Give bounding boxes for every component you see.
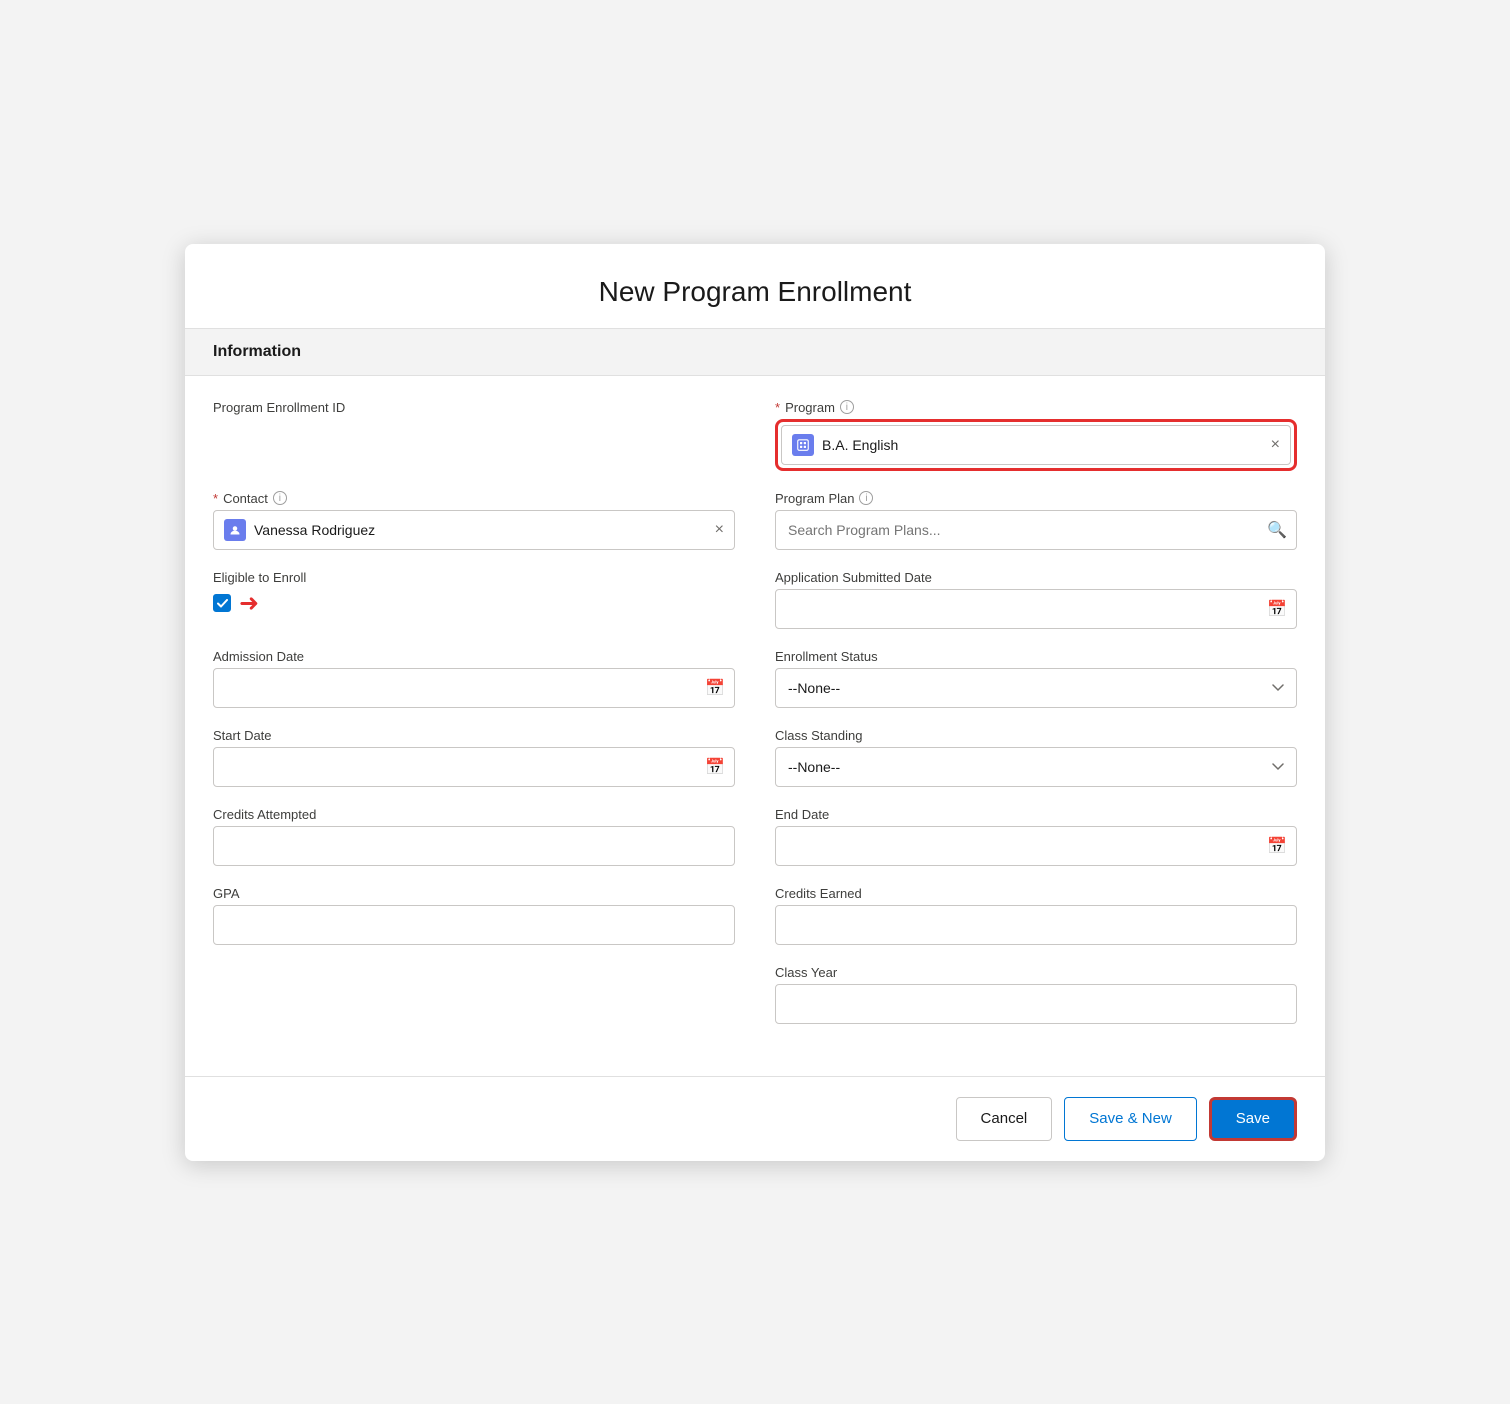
start-date-label: Start Date xyxy=(213,728,735,743)
modal-header: New Program Enrollment xyxy=(185,244,1325,329)
empty-left-field xyxy=(213,965,735,1024)
contact-required-star: * xyxy=(213,491,218,506)
section-title: Information xyxy=(213,343,301,360)
start-date-field: Start Date 📅 xyxy=(213,728,735,787)
program-lookup-field[interactable]: B.A. English × xyxy=(781,425,1291,465)
credits-earned-input[interactable] xyxy=(775,905,1297,945)
modal-title: New Program Enrollment xyxy=(205,276,1305,308)
checkbox-check-icon xyxy=(217,599,228,608)
program-icon-svg xyxy=(797,439,809,451)
contact-label: * Contact i xyxy=(213,491,735,506)
program-plan-label: Program Plan i xyxy=(775,491,1297,506)
enrollment-status-label: Enrollment Status xyxy=(775,649,1297,664)
program-lookup-icon xyxy=(792,434,814,456)
admission-date-label: Admission Date xyxy=(213,649,735,664)
program-clear-button[interactable]: × xyxy=(1271,437,1280,453)
gpa-input[interactable] xyxy=(213,905,735,945)
gpa-field: GPA xyxy=(213,886,735,945)
program-plan-field: Program Plan i 🔍 xyxy=(775,491,1297,550)
enrollment-status-select[interactable]: --None-- Enrolled Withdrawn Graduated xyxy=(775,668,1297,708)
end-date-label: End Date xyxy=(775,807,1297,822)
end-date-field: End Date 📅 xyxy=(775,807,1297,866)
program-enrollment-id-label: Program Enrollment ID xyxy=(213,400,735,415)
end-date-input[interactable] xyxy=(775,826,1297,866)
contact-lookup-field[interactable]: Vanessa Rodriguez × xyxy=(213,510,735,550)
program-field: * Program i xyxy=(775,400,1297,471)
application-submitted-date-label: Application Submitted Date xyxy=(775,570,1297,585)
gpa-label: GPA xyxy=(213,886,735,901)
contact-icon-svg xyxy=(229,524,241,536)
application-submitted-date-field: Application Submitted Date 📅 xyxy=(775,570,1297,629)
admission-date-calendar-icon[interactable]: 📅 xyxy=(705,678,725,698)
program-field-wrapper: B.A. English × xyxy=(775,419,1297,471)
class-year-field: Class Year xyxy=(775,965,1297,1024)
eligible-to-enroll-wrapper: ➜ xyxy=(213,589,735,618)
enrollment-status-field: Enrollment Status --None-- Enrolled With… xyxy=(775,649,1297,708)
eligible-to-enroll-field: Eligible to Enroll ➜ xyxy=(213,570,735,629)
admission-date-wrapper: 📅 xyxy=(213,668,735,708)
class-year-input[interactable] xyxy=(775,984,1297,1024)
admission-date-field: Admission Date 📅 xyxy=(213,649,735,708)
contact-field: * Contact i Vanessa Rodriguez × xyxy=(213,491,735,550)
program-info-icon[interactable]: i xyxy=(840,400,854,414)
credits-attempted-field: Credits Attempted xyxy=(213,807,735,866)
end-date-wrapper: 📅 xyxy=(775,826,1297,866)
modal-footer: Cancel Save & New Save xyxy=(185,1076,1325,1161)
cancel-button[interactable]: Cancel xyxy=(956,1097,1053,1141)
section-header: Information xyxy=(185,329,1325,376)
eligible-to-enroll-checkbox[interactable] xyxy=(213,594,231,612)
form-grid: Program Enrollment ID * Program i xyxy=(213,400,1297,1044)
start-date-calendar-icon[interactable]: 📅 xyxy=(705,757,725,777)
program-plan-info-icon[interactable]: i xyxy=(859,491,873,505)
application-submitted-date-input[interactable] xyxy=(775,589,1297,629)
program-enrollment-id-empty xyxy=(213,419,735,459)
program-plan-input[interactable] xyxy=(775,510,1297,550)
eligible-to-enroll-label: Eligible to Enroll xyxy=(213,570,735,585)
program-plan-search-wrapper: 🔍 xyxy=(775,510,1297,550)
program-value: B.A. English xyxy=(822,437,1263,453)
contact-lookup-icon xyxy=(224,519,246,541)
class-standing-select[interactable]: --None-- Freshman Sophomore Junior Senio… xyxy=(775,747,1297,787)
credits-earned-field: Credits Earned xyxy=(775,886,1297,945)
credits-attempted-label: Credits Attempted xyxy=(213,807,735,822)
form-body: Program Enrollment ID * Program i xyxy=(185,376,1325,1076)
program-label: * Program i xyxy=(775,400,1297,415)
program-enrollment-id-field: Program Enrollment ID xyxy=(213,400,735,471)
start-date-wrapper: 📅 xyxy=(213,747,735,787)
save-and-new-button[interactable]: Save & New xyxy=(1064,1097,1197,1141)
arrow-annotation: ➜ xyxy=(239,589,259,618)
class-standing-field: Class Standing --None-- Freshman Sophomo… xyxy=(775,728,1297,787)
contact-value: Vanessa Rodriguez xyxy=(254,522,707,538)
save-button[interactable]: Save xyxy=(1209,1097,1297,1141)
class-year-label: Class Year xyxy=(775,965,1297,980)
credits-attempted-input[interactable] xyxy=(213,826,735,866)
program-required-star: * xyxy=(775,400,780,415)
application-submitted-date-calendar-icon[interactable]: 📅 xyxy=(1267,599,1287,619)
new-program-enrollment-modal: New Program Enrollment Information Progr… xyxy=(185,244,1325,1161)
credits-earned-label: Credits Earned xyxy=(775,886,1297,901)
class-standing-label: Class Standing xyxy=(775,728,1297,743)
admission-date-input[interactable] xyxy=(213,668,735,708)
application-submitted-date-wrapper: 📅 xyxy=(775,589,1297,629)
start-date-input[interactable] xyxy=(213,747,735,787)
contact-info-icon[interactable]: i xyxy=(273,491,287,505)
contact-clear-button[interactable]: × xyxy=(715,522,724,538)
program-plan-search-icon: 🔍 xyxy=(1267,520,1287,540)
end-date-calendar-icon[interactable]: 📅 xyxy=(1267,836,1287,856)
